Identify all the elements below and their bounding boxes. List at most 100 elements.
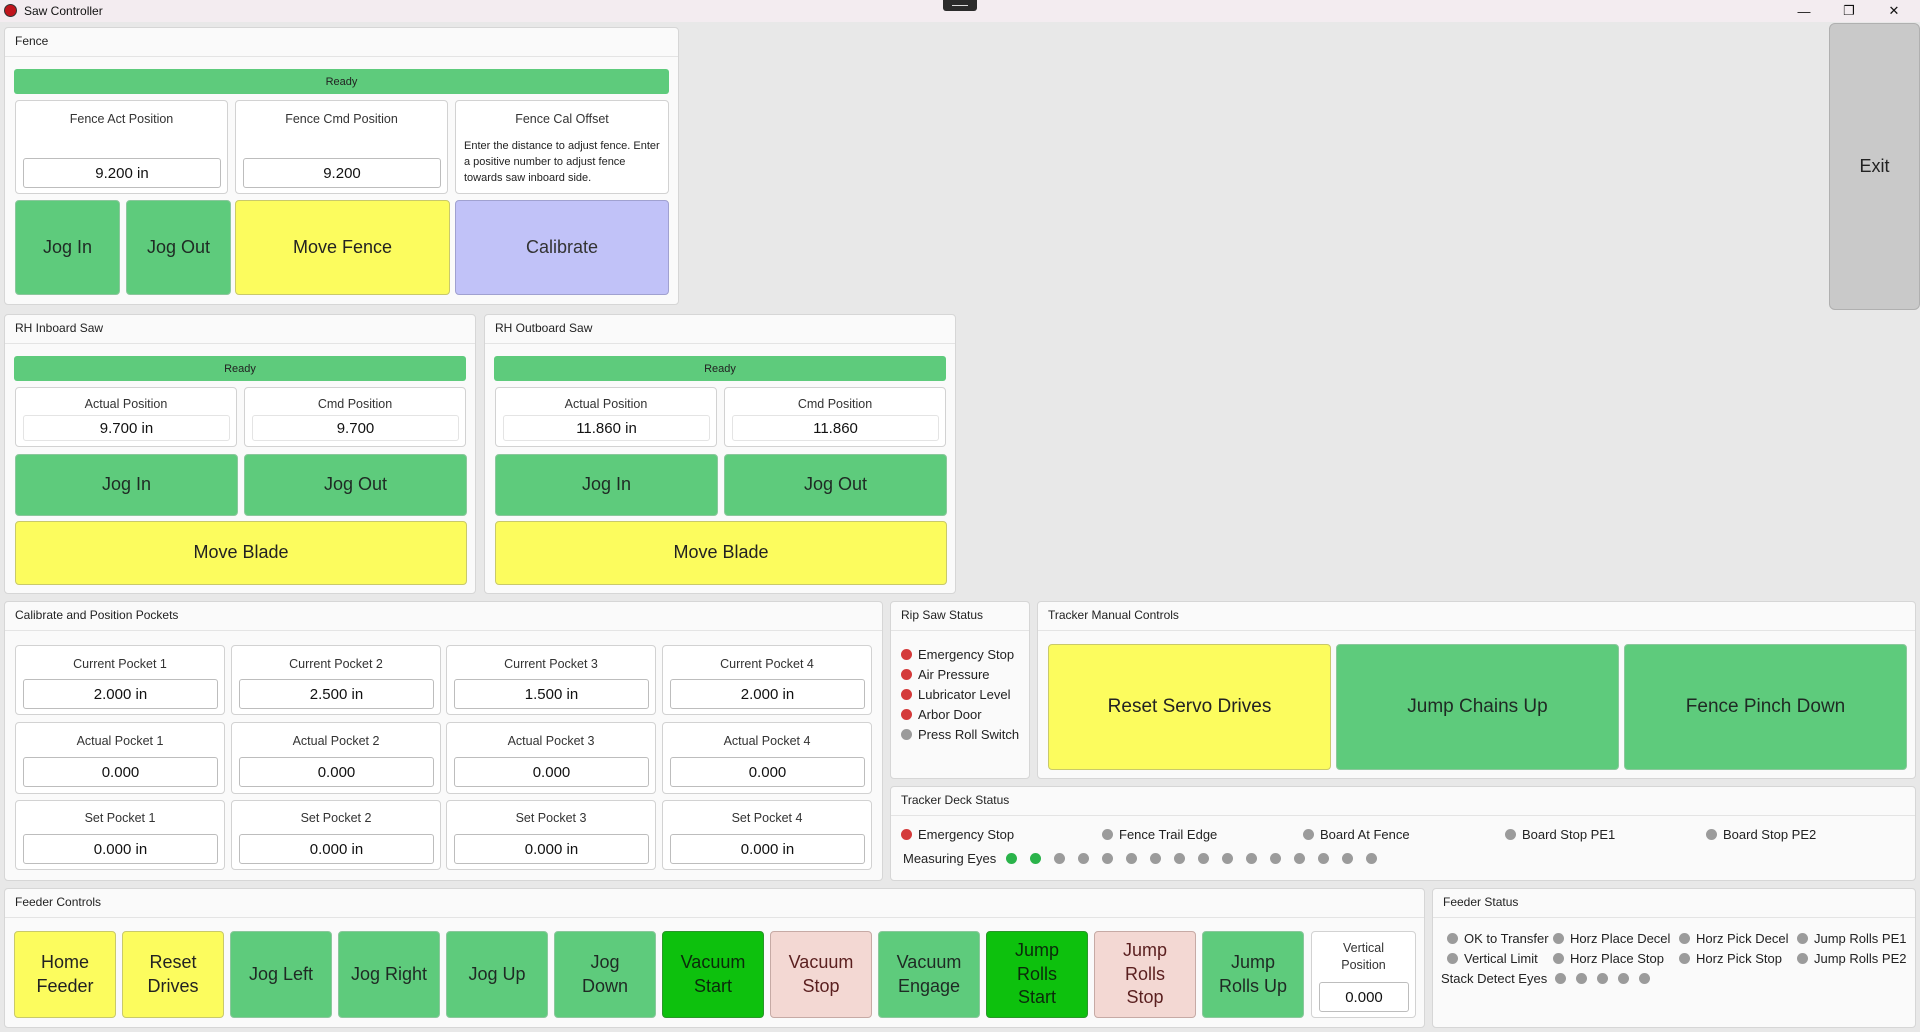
feeder-vacuum-start-button[interactable]: Vacuum Start (662, 931, 764, 1018)
status-label: Horz Pick Stop (1696, 951, 1782, 966)
card-label: Actual Pocket 2 (292, 734, 380, 748)
status-dot-icon (901, 708, 912, 720)
current-pocket-3-value: 1.500 in (454, 679, 649, 709)
exit-button[interactable]: Exit (1829, 23, 1920, 310)
measuring-eye-3-icon (1054, 853, 1066, 864)
outboard-cmd-position-input[interactable]: 11.860 (732, 415, 939, 441)
minimize-button[interactable]: — (1784, 0, 1824, 22)
card-label: Cmd Position (317, 397, 393, 411)
status-dot-icon (1679, 953, 1690, 964)
measuring-eye-6-icon (1126, 853, 1138, 864)
feeder-vacuum-stop-button[interactable]: Vacuum Stop (770, 931, 872, 1018)
card-label: Vertical Position (1341, 941, 1386, 972)
cal-help-text: Enter the distance to adjust fence. Ente… (464, 140, 660, 184)
pockets-panel: Calibrate and Position Pockets Current P… (4, 601, 883, 881)
calibrate-button[interactable]: Calibrate (455, 200, 669, 295)
fence-act-position-value: 9.200 in (23, 158, 221, 188)
set-pocket-2-card: Set Pocket 2 0.000 in (231, 800, 441, 870)
status-dot-icon (1505, 829, 1516, 840)
status-label: Emergency Stop (918, 827, 1015, 842)
feeder-status-panel: Feeder Status OK to Transfer Horz Place … (1432, 888, 1916, 1028)
card-label: Fence Cmd Position (285, 112, 398, 126)
inboard-jog-out-button[interactable]: Jog Out (244, 454, 467, 516)
stack-detect-eye-2-icon (1576, 973, 1588, 984)
feeder-home-feeder-button[interactable]: Home Feeder (14, 931, 116, 1018)
feeder-reset-drives-button[interactable]: Reset Drives (122, 931, 224, 1018)
status-dot-icon (901, 668, 912, 680)
card-label: Actual Pocket 3 (507, 734, 595, 748)
inboard-move-blade-button[interactable]: Move Blade (15, 521, 467, 585)
rip-status-list: Emergency Stop Air Pressure Lubricator L… (901, 644, 1019, 744)
rip-saw-status-panel: Rip Saw Status Emergency Stop Air Pressu… (890, 601, 1030, 779)
fence-cmd-position-input[interactable]: 9.200 (243, 158, 441, 188)
stack-detect-eyes-label: Stack Detect Eyes (1441, 971, 1548, 986)
feeder-status-item: Vertical Limit (1447, 951, 1553, 966)
deck-status-item: Board At Fence (1303, 827, 1410, 842)
restore-button[interactable]: ❐ (1829, 0, 1869, 22)
feeder-jump-rolls-start-button[interactable]: Jump Rolls Start (986, 931, 1088, 1018)
status-label: Jump Rolls PE1 (1814, 931, 1907, 946)
feeder-jump-rolls-stop-button[interactable]: Jump Rolls Stop (1094, 931, 1196, 1018)
measuring-eye-8-icon (1174, 853, 1186, 864)
drag-handle-icon[interactable] (943, 0, 977, 11)
card-label: Current Pocket 3 (504, 657, 598, 671)
set-pocket-1-input[interactable]: 0.000 in (23, 834, 218, 864)
feeder-jog-right-button[interactable]: Jog Right (338, 931, 440, 1018)
set-pocket-2-input[interactable]: 0.000 in (239, 834, 434, 864)
outboard-cmd-position-card: Cmd Position 11.860 (724, 387, 946, 447)
status-dot-icon (901, 648, 912, 660)
feeder-controls-panel: Feeder Controls Home Feeder Reset Drives J… (4, 888, 1425, 1028)
feeder-jog-left-button[interactable]: Jog Left (230, 931, 332, 1018)
set-pocket-3-input[interactable]: 0.000 in (454, 834, 649, 864)
divider (5, 56, 678, 57)
outboard-jog-out-button[interactable]: Jog Out (724, 454, 947, 516)
move-fence-button[interactable]: Move Fence (235, 200, 450, 295)
stack-detect-eye-4-icon (1618, 973, 1630, 984)
status-dot-icon (1553, 953, 1564, 964)
jump-chains-up-button[interactable]: Jump Chains Up (1336, 644, 1619, 770)
feeder-jump-rolls-up-button[interactable]: Jump Rolls Up (1202, 931, 1304, 1018)
status-dot-icon (1679, 933, 1690, 944)
fence-jog-in-button[interactable]: Jog In (15, 200, 120, 295)
outboard-actual-position-value: 11.860 in (503, 415, 710, 441)
fence-pinch-down-button[interactable]: Fence Pinch Down (1624, 644, 1907, 770)
outboard-actual-position-card: Actual Position 11.860 in (495, 387, 717, 447)
outboard-jog-in-button[interactable]: Jog In (495, 454, 718, 516)
feeder-jog-down-button[interactable]: Jog Down (554, 931, 656, 1018)
deck-status-item: Board Stop PE1 (1505, 827, 1615, 842)
status-label: Vertical Limit (1464, 951, 1538, 966)
panel-title: Tracker Deck Status (901, 793, 1010, 807)
card-label: Actual Pocket 1 (76, 734, 164, 748)
reset-servo-drives-button[interactable]: Reset Servo Drives (1048, 644, 1331, 770)
inboard-jog-in-button[interactable]: Jog In (15, 454, 238, 516)
feeder-jog-up-button[interactable]: Jog Up (446, 931, 548, 1018)
inboard-cmd-position-card: Cmd Position 9.700 (244, 387, 466, 447)
inboard-status-bar: Ready (14, 356, 466, 381)
panel-title: Tracker Manual Controls (1048, 608, 1179, 622)
inboard-cmd-position-input[interactable]: 9.700 (252, 415, 459, 441)
close-button[interactable]: ✕ (1874, 0, 1914, 22)
fence-jog-out-button[interactable]: Jog Out (126, 200, 231, 295)
rip-status-item: Arbor Door (901, 704, 1019, 724)
measuring-eyes-label: Measuring Eyes (903, 851, 997, 866)
measuring-eye-13-icon (1294, 853, 1306, 864)
status-dot-icon (1797, 953, 1808, 964)
feeder-vacuum-engage-button[interactable]: Vacuum Engage (878, 931, 980, 1018)
divider (891, 630, 1029, 631)
window-title: Saw Controller (24, 4, 103, 18)
actual-pocket-3-card: Actual Pocket 3 0.000 (446, 722, 656, 794)
panel-title: Feeder Status (1443, 895, 1519, 909)
current-pocket-3-card: Current Pocket 3 1.500 in (446, 645, 656, 715)
card-label: Actual Pocket 4 (723, 734, 811, 748)
outboard-move-blade-button[interactable]: Move Blade (495, 521, 947, 585)
title-bar: Saw Controller — ❐ ✕ (0, 0, 1920, 22)
status-label: Horz Place Stop (1570, 951, 1664, 966)
vertical-position-card: Vertical Position 0.000 (1311, 931, 1416, 1018)
current-pocket-1-value: 2.000 in (23, 679, 218, 709)
divider (1038, 630, 1915, 631)
stack-detect-eyes-row: Stack Detect Eyes (1441, 971, 1651, 986)
set-pocket-4-input[interactable]: 0.000 in (670, 834, 865, 864)
status-dot-icon (1706, 829, 1717, 840)
card-label: Current Pocket 2 (289, 657, 383, 671)
fence-panel: Fence Ready Fence Act Position 9.200 in … (4, 27, 679, 305)
